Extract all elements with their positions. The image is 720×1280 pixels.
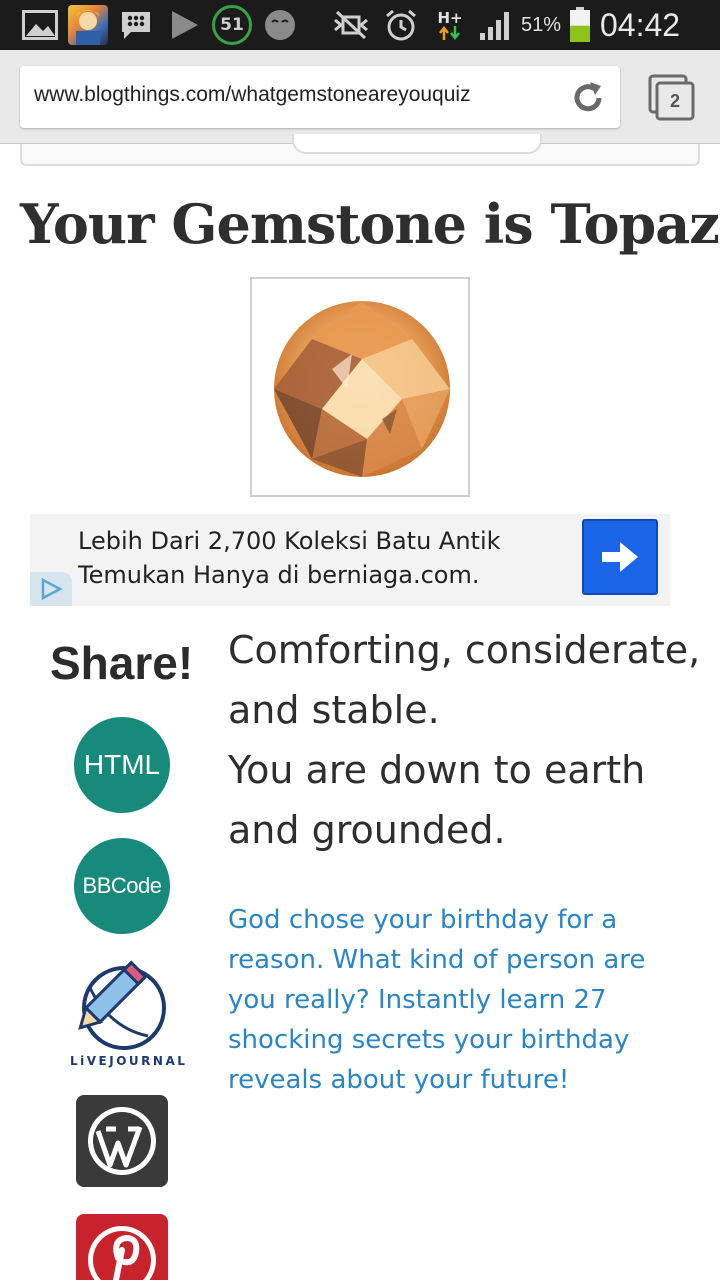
share-title: Share! — [50, 637, 194, 689]
mute-icon — [330, 7, 372, 43]
network-type: H+ — [437, 9, 463, 27]
network-hplus-icon: H+ — [434, 7, 466, 43]
ad-line-1: Lebih Dari 2,700 Koleksi Batu Antik — [78, 527, 501, 555]
arrow-right-icon — [602, 542, 638, 572]
gem-image-frame — [250, 277, 470, 497]
notification-count-icon: 51 — [212, 5, 252, 45]
gallery-icon — [22, 7, 58, 43]
ad-line-2: Temukan Hanya di berniaga.com. — [78, 561, 480, 589]
url-text[interactable]: www.blogthings.com/whatgemstoneareyouqui… — [34, 83, 574, 107]
scrolled-header-box — [20, 134, 700, 166]
description-line-3: You are down to earth — [228, 748, 646, 792]
reload-icon[interactable] — [568, 78, 608, 118]
livejournal-label: LiVEJOURNAL — [70, 1054, 188, 1068]
browser-toolbar: www.blogthings.com/whatgemstoneareyouqui… — [0, 50, 720, 144]
share-bbcode-button[interactable]: BBCode — [74, 838, 170, 934]
livejournal-icon — [78, 960, 166, 1050]
ad-go-button[interactable] — [582, 519, 658, 595]
description-line-4: and grounded. — [228, 808, 506, 852]
signal-icon — [476, 7, 516, 43]
battery-icon — [566, 7, 594, 43]
gemstone-description: Comforting, considerate, and stable. You… — [228, 620, 708, 860]
ad-text[interactable]: Lebih Dari 2,700 Koleksi Batu Antik Temu… — [78, 524, 578, 592]
alarm-icon — [382, 7, 420, 43]
battery-percent: 51% — [520, 13, 562, 36]
ad-choices-icon[interactable] — [30, 572, 72, 606]
pinterest-icon — [88, 1226, 156, 1280]
bbm-icon — [118, 7, 154, 43]
share-html-button[interactable]: HTML — [74, 717, 170, 813]
description-line-2: and stable. — [228, 688, 440, 732]
clock: 04:42 — [600, 6, 681, 43]
page-title: Your Gemstone is Topaz — [20, 192, 720, 256]
share-pinterest-button[interactable] — [76, 1214, 168, 1280]
topaz-gem-image — [274, 301, 450, 477]
url-field[interactable]: www.blogthings.com/whatgemstoneareyouqui… — [20, 66, 620, 128]
tabs-button[interactable]: 2 — [648, 74, 696, 122]
scrolled-search-pill[interactable] — [292, 134, 542, 154]
wordpress-icon — [88, 1107, 156, 1175]
smiley-icon — [262, 7, 298, 43]
tab-count: 2 — [669, 90, 680, 111]
birthday-promo-link[interactable]: God chose your birthday for a reason. Wh… — [228, 900, 698, 1100]
description-line-1: Comforting, considerate, — [228, 628, 701, 672]
play-store-icon — [166, 7, 202, 43]
share-livejournal-button[interactable]: LiVEJOURNAL — [70, 958, 188, 1070]
app-avatar-icon — [68, 5, 108, 45]
status-bar: 51 H+ 51% 04:42 — [0, 0, 720, 50]
share-wordpress-button[interactable] — [76, 1095, 168, 1187]
battery-fill — [570, 25, 590, 42]
advertisement-banner[interactable]: Lebih Dari 2,700 Koleksi Batu Antik Temu… — [30, 514, 670, 606]
